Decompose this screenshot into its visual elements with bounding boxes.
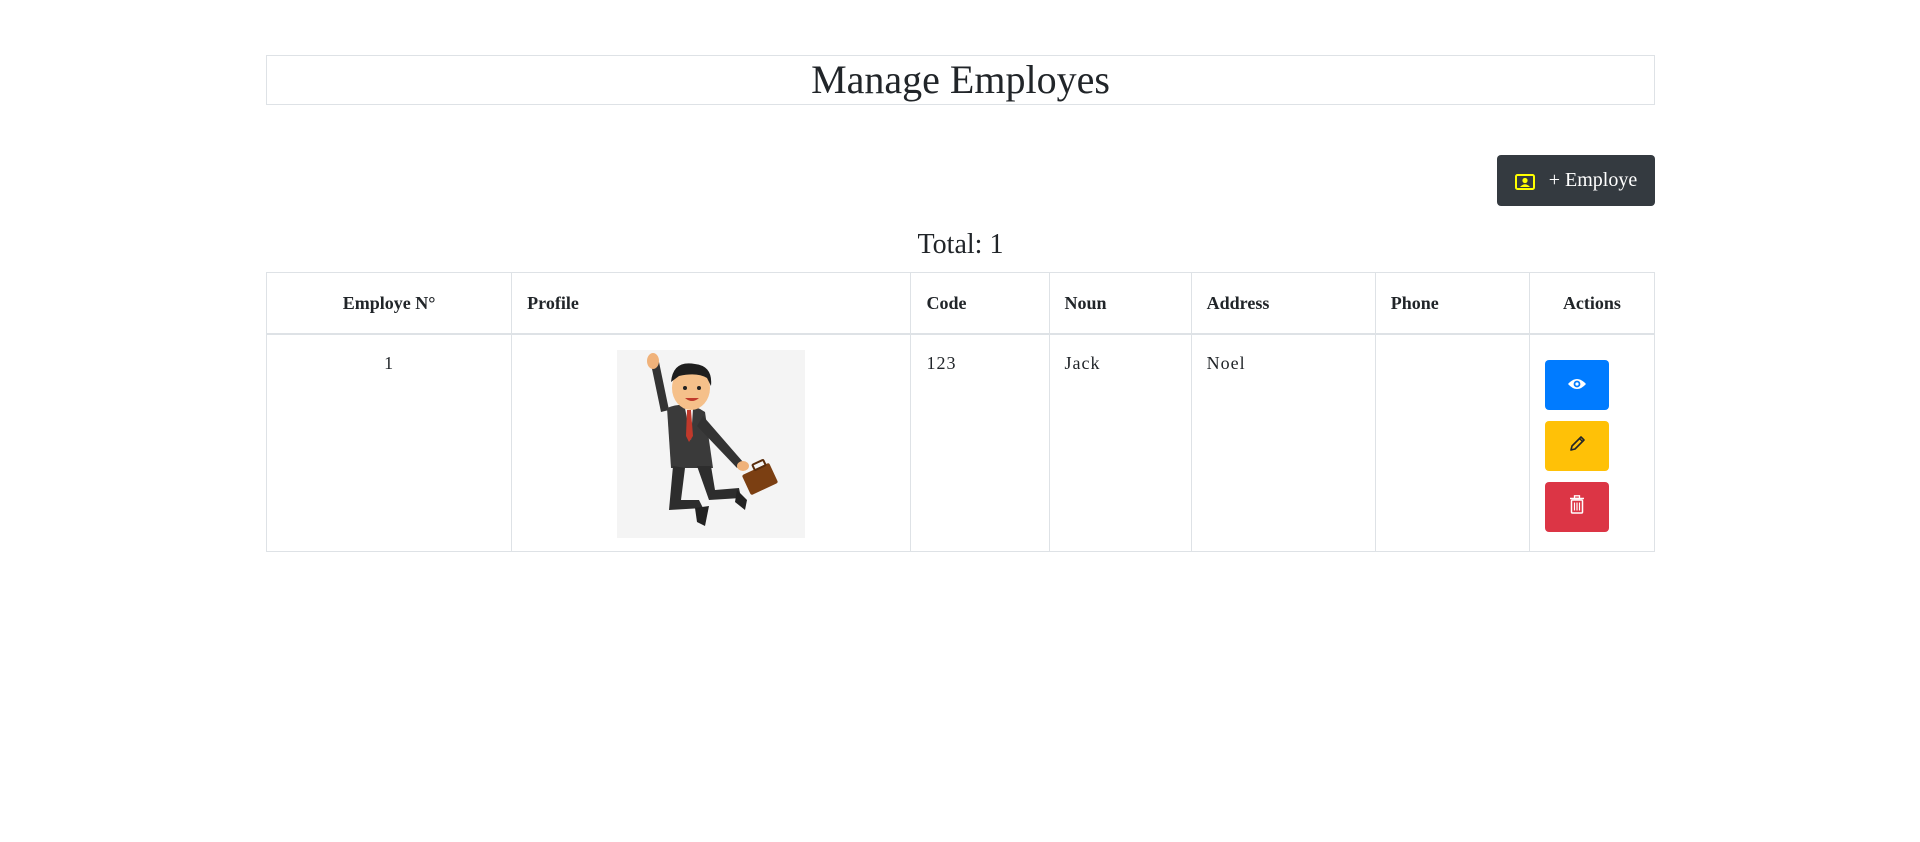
total-count: Total: 1 bbox=[917, 229, 1004, 260]
pencil-icon bbox=[1568, 435, 1586, 458]
trash-icon bbox=[1569, 495, 1585, 519]
delete-button[interactable] bbox=[1544, 482, 1609, 532]
cell-code: 123 bbox=[910, 333, 1050, 552]
cell-noun: Jack bbox=[1048, 333, 1192, 552]
cell-number: 1 bbox=[265, 333, 513, 552]
toolbar: + Employe bbox=[266, 155, 1655, 207]
table-row: 1 123 Jack Noel bbox=[265, 333, 1656, 552]
profile-image bbox=[617, 350, 806, 538]
eye-icon bbox=[1567, 375, 1587, 396]
column-header-phone: Phone bbox=[1374, 272, 1530, 335]
cell-address: Noel bbox=[1190, 333, 1376, 552]
page-container: Manage Employes + Employe Total: 1 Emplo… bbox=[265, 55, 1656, 552]
column-header-actions: Actions bbox=[1528, 272, 1656, 335]
cell-profile bbox=[511, 333, 912, 552]
add-employe-label: + Employe bbox=[1548, 169, 1638, 191]
cell-actions bbox=[1528, 333, 1656, 552]
table-header-row: Employe N° Profile Code Noun Address Pho… bbox=[265, 272, 1656, 335]
column-header-number: Employe N° bbox=[265, 272, 513, 335]
column-header-address: Address bbox=[1190, 272, 1376, 335]
employees-table: Employe N° Profile Code Noun Address Pho… bbox=[265, 272, 1656, 552]
view-button[interactable] bbox=[1544, 360, 1609, 410]
column-header-noun: Noun bbox=[1048, 272, 1192, 335]
page-title: Manage Employes bbox=[266, 55, 1655, 105]
person-badge-icon bbox=[1514, 173, 1535, 190]
column-header-profile: Profile bbox=[511, 272, 912, 335]
column-header-code: Code bbox=[910, 272, 1050, 335]
edit-button[interactable] bbox=[1544, 421, 1609, 471]
row-actions bbox=[1544, 353, 1639, 532]
add-employe-button[interactable]: + Employe bbox=[1497, 155, 1655, 206]
cell-phone bbox=[1374, 333, 1530, 552]
